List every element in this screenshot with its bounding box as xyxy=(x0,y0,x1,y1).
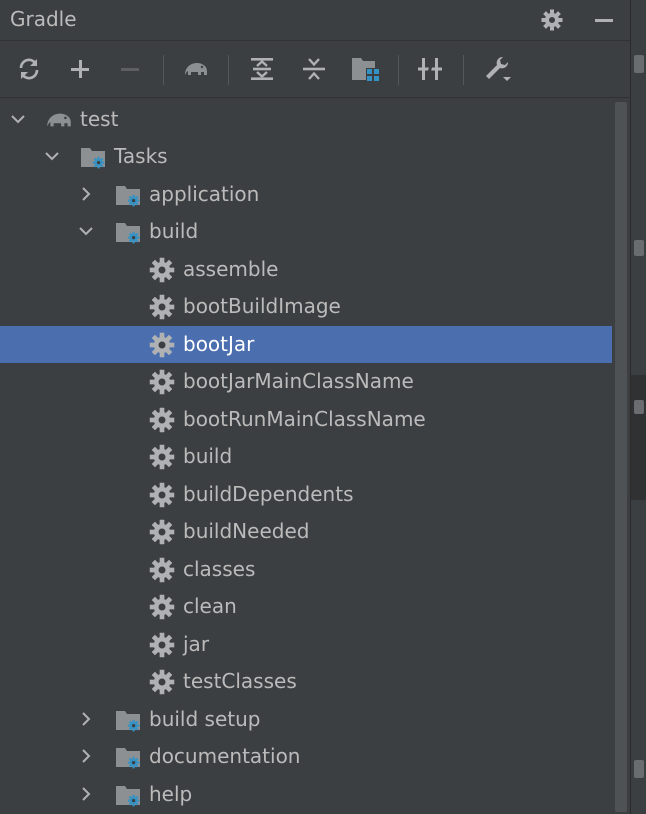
task-label: build xyxy=(183,444,233,468)
chevron-right-icon[interactable] xyxy=(77,785,95,803)
tool-window-tab[interactable] xyxy=(634,55,644,73)
chevron-right-icon[interactable] xyxy=(77,747,95,765)
right-tool-strip xyxy=(630,0,646,814)
gradle-toolbar xyxy=(0,41,630,98)
hide-panel-icon[interactable] xyxy=(590,6,618,34)
chevron-down-icon[interactable] xyxy=(77,222,95,240)
tree-label: application xyxy=(149,182,260,206)
chevron-down-icon[interactable] xyxy=(9,110,27,128)
plus-icon[interactable] xyxy=(64,53,96,85)
tree-label: test xyxy=(80,107,119,131)
scrollbar-thumb[interactable] xyxy=(615,102,627,812)
tree-task[interactable]: build xyxy=(0,438,630,475)
task-folder-icon xyxy=(116,186,140,207)
tree-node-group[interactable]: build setup xyxy=(0,701,630,738)
task-label: testClasses xyxy=(183,669,297,693)
tree-task[interactable]: testClasses xyxy=(0,663,630,700)
tree-label: documentation xyxy=(149,744,301,768)
tool-window-tab[interactable] xyxy=(634,760,644,778)
gradle-panel: Gradle test Tasks application build asse… xyxy=(0,0,630,814)
reload-icon[interactable] xyxy=(13,53,45,85)
gradle-tree: test Tasks application build assemble bo… xyxy=(0,100,630,814)
tree-node-group[interactable]: documentation xyxy=(0,738,630,775)
gear-icon xyxy=(149,632,175,658)
gear-icon xyxy=(149,407,175,433)
tool-window-tab[interactable] xyxy=(634,240,644,256)
tree-task-selected[interactable]: bootJar xyxy=(0,326,630,363)
task-label: buildDependents xyxy=(183,482,354,506)
gear-icon xyxy=(149,369,175,395)
task-label: bootJar xyxy=(183,332,255,356)
tree-task[interactable]: clean xyxy=(0,588,630,625)
expand-all-icon[interactable] xyxy=(246,53,278,85)
task-label: assemble xyxy=(183,257,279,281)
chevron-right-icon[interactable] xyxy=(77,710,95,728)
tree-label: build setup xyxy=(149,707,261,731)
task-label: bootBuildImage xyxy=(183,294,341,318)
elephant-icon xyxy=(47,113,71,127)
chevron-right-icon[interactable] xyxy=(77,185,95,203)
tree-task[interactable]: bootRunMainClassName xyxy=(0,401,630,438)
tree-node-group[interactable]: build xyxy=(0,213,630,250)
tree-node-tasks[interactable]: Tasks xyxy=(0,138,630,175)
collapse-all-icon[interactable] xyxy=(298,53,330,85)
tree-task[interactable]: buildNeeded xyxy=(0,513,630,550)
gear-icon xyxy=(149,444,175,470)
task-label: buildNeeded xyxy=(183,519,310,543)
elephant-icon[interactable] xyxy=(180,53,212,85)
task-folder-icon xyxy=(81,148,105,169)
tree-task[interactable]: bootJarMainClassName xyxy=(0,363,630,400)
gear-icon xyxy=(149,594,175,620)
gear-icon xyxy=(149,557,175,583)
tree-task[interactable]: buildDependents xyxy=(0,476,630,513)
tree-task[interactable]: assemble xyxy=(0,251,630,288)
panel-header: Gradle xyxy=(0,0,630,41)
tree-node-project[interactable]: test xyxy=(0,101,630,138)
task-folder-icon xyxy=(116,223,140,244)
task-label: clean xyxy=(183,594,237,618)
task-folder-icon xyxy=(116,711,140,732)
minus-icon[interactable] xyxy=(114,53,146,85)
settings-gear-icon[interactable] xyxy=(538,6,566,34)
gear-icon xyxy=(149,294,175,320)
tree-node-group[interactable]: application xyxy=(0,176,630,213)
gear-icon xyxy=(149,519,175,545)
tree-label: help xyxy=(149,782,193,806)
task-folder-icon xyxy=(116,786,140,807)
gear-icon xyxy=(149,332,175,358)
gear-icon xyxy=(149,669,175,695)
tool-window-tab[interactable] xyxy=(634,400,644,414)
tree-node-group[interactable]: help xyxy=(0,776,630,813)
group-modules-icon[interactable] xyxy=(350,53,382,85)
task-label: jar xyxy=(183,632,210,656)
toolbar-separator xyxy=(163,55,164,85)
task-folder-icon xyxy=(116,748,140,769)
tree-task[interactable]: bootBuildImage xyxy=(0,288,630,325)
toolbar-separator xyxy=(398,55,399,85)
toolbar-separator xyxy=(228,55,229,85)
toolbar-separator xyxy=(463,55,464,85)
task-label: classes xyxy=(183,557,256,581)
task-label: bootJarMainClassName xyxy=(183,369,414,393)
tree-task[interactable]: classes xyxy=(0,551,630,588)
task-label: bootRunMainClassName xyxy=(183,407,426,431)
wrench-icon[interactable] xyxy=(482,53,514,85)
tree-label: build xyxy=(149,219,199,243)
panel-title: Gradle xyxy=(10,7,77,31)
active-tool-window-tab[interactable] xyxy=(631,375,646,500)
toggle-offline-icon[interactable] xyxy=(414,53,446,85)
tree-label: Tasks xyxy=(114,144,168,168)
vertical-scrollbar[interactable] xyxy=(612,100,630,814)
gear-icon xyxy=(149,482,175,508)
chevron-down-icon[interactable] xyxy=(43,147,61,165)
tree-task[interactable]: jar xyxy=(0,626,630,663)
gear-icon xyxy=(149,257,175,283)
